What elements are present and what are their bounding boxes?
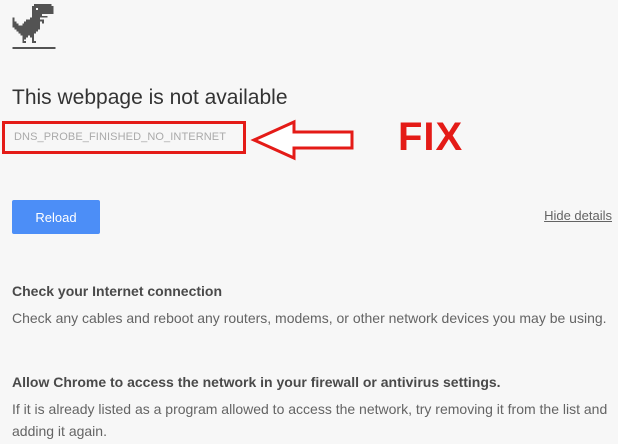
offline-dinosaur-icon [12,4,56,50]
suggestion-title: Allow Chrome to access the network in yo… [12,374,501,390]
annotation-arrow-icon [250,119,354,161]
annotation-fix-label: FIX [398,115,464,159]
suggestion-body: If it is already listed as a program all… [12,401,608,439]
hide-details-link[interactable]: Hide details [544,208,612,223]
error-code: DNS_PROBE_FINISHED_NO_INTERNET [14,131,227,143]
reload-button[interactable]: Reload [12,200,100,234]
suggestion-body: Check any cables and reboot any routers,… [12,310,607,326]
suggestion-title: Check your Internet connection [12,283,223,299]
page-title: This webpage is not available [12,86,288,109]
error-page: This webpage is not available DNS_PROBE_… [0,0,618,444]
